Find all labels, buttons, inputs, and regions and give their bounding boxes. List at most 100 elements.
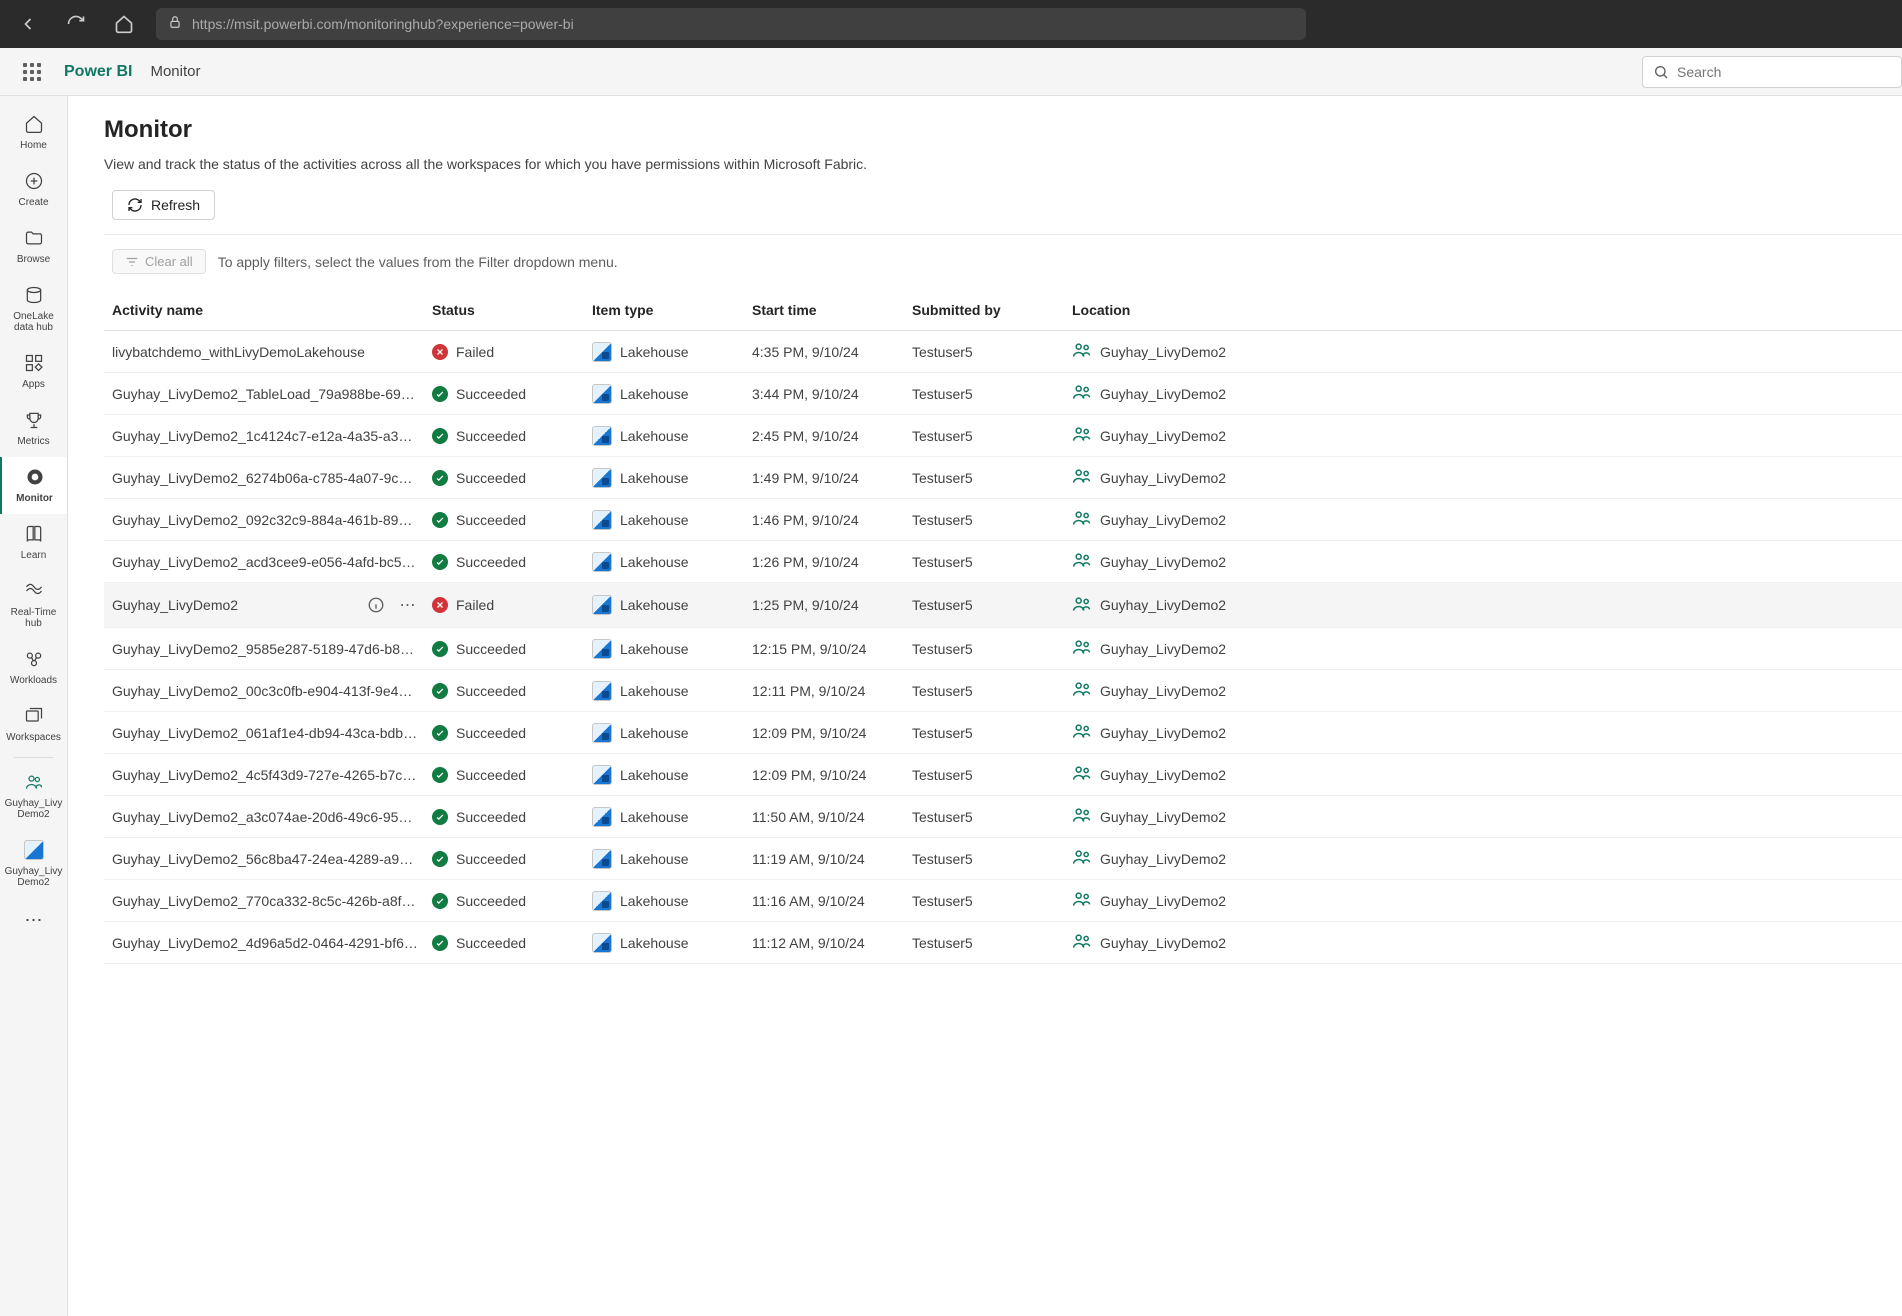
submitted-by: Testuser5 — [912, 683, 1072, 699]
start-time: 4:35 PM, 9/10/24 — [752, 344, 912, 360]
filter-clear-icon — [125, 255, 139, 269]
filter-hint: To apply filters, select the values from… — [218, 254, 618, 270]
success-icon — [432, 512, 448, 528]
workspace-icon — [1072, 764, 1092, 785]
nav-item-realtime[interactable]: Real-Time hub — [0, 571, 68, 639]
page-title: Monitor — [104, 116, 1902, 144]
activity-name: Guyhay_LivyDemo2_56c8ba47-24ea-4289-a9bb… — [112, 851, 420, 867]
start-time: 12:15 PM, 9/10/24 — [752, 641, 912, 657]
back-button[interactable] — [12, 8, 44, 40]
nav-item-browse[interactable]: Browse — [0, 218, 68, 275]
table-row[interactable]: Guyhay_LivyDemo2_1c4124c7-e12a-4a35-a399… — [104, 415, 1902, 457]
col-header-status[interactable]: Status — [432, 302, 592, 318]
main-content: Monitor View and track the status of the… — [68, 96, 1902, 1316]
activity-name: livybatchdemo_withLivyDemoLakehouse — [112, 344, 420, 360]
nav-item-ws2[interactable]: Guyhay_Livy Demo2 — [0, 830, 68, 898]
activity-name: Guyhay_LivyDemo2_00c3c0fb-e904-413f-9e46… — [112, 683, 420, 699]
success-icon — [432, 470, 448, 486]
lakehouse-icon — [592, 723, 612, 743]
status-text: Succeeded — [456, 512, 526, 528]
nav-item-onelake[interactable]: OneLake data hub — [0, 275, 68, 343]
activity-name: Guyhay_LivyDemo2_TableLoad_79a988be-69e6… — [112, 386, 420, 402]
submitted-by: Testuser5 — [912, 512, 1072, 528]
nav-item-learn[interactable]: Learn — [0, 514, 68, 571]
col-header-name[interactable]: Activity name — [112, 302, 432, 318]
learn-icon — [22, 522, 46, 546]
nav-item-home[interactable]: Home — [0, 104, 68, 161]
location: Guyhay_LivyDemo2 — [1100, 725, 1226, 741]
location: Guyhay_LivyDemo2 — [1100, 428, 1226, 444]
home-icon — [22, 112, 46, 136]
col-header-time[interactable]: Start time — [752, 302, 912, 318]
success-icon — [432, 935, 448, 951]
col-header-user[interactable]: Submitted by — [912, 302, 1072, 318]
status-text: Succeeded — [456, 893, 526, 909]
nav-label: Workspaces — [6, 732, 61, 743]
failed-icon — [432, 344, 448, 360]
more-icon[interactable]: ⋯ — [396, 593, 420, 617]
search-box[interactable] — [1642, 56, 1902, 88]
realtime-icon — [22, 579, 46, 603]
table-row[interactable]: Guyhay_LivyDemo2_770ca332-8c5c-426b-a8f6… — [104, 880, 1902, 922]
browse-icon — [22, 226, 46, 250]
search-input[interactable] — [1677, 64, 1891, 80]
workspace-icon — [1072, 425, 1092, 446]
table-row[interactable]: livybatchdemo_withLivyDemoLakehouse Fail… — [104, 331, 1902, 373]
nav-item-ws1[interactable]: Guyhay_Livy Demo2 — [0, 762, 68, 830]
item-type: Lakehouse — [620, 893, 689, 909]
workspace-icon — [1072, 595, 1092, 616]
table-row[interactable]: Guyhay_LivyDemo2 ⋯ Failed Lakehouse 1:25… — [104, 583, 1902, 628]
location: Guyhay_LivyDemo2 — [1100, 893, 1226, 909]
nav-item-workspaces[interactable]: Workspaces — [0, 696, 68, 753]
start-time: 11:16 AM, 9/10/24 — [752, 893, 912, 909]
table-row[interactable]: Guyhay_LivyDemo2_4c5f43d9-727e-4265-b7c8… — [104, 754, 1902, 796]
table-row[interactable]: Guyhay_LivyDemo2_TableLoad_79a988be-69e6… — [104, 373, 1902, 415]
ws1-icon — [22, 770, 46, 794]
success-icon — [432, 767, 448, 783]
table-row[interactable]: Guyhay_LivyDemo2_00c3c0fb-e904-413f-9e46… — [104, 670, 1902, 712]
col-header-type[interactable]: Item type — [592, 302, 752, 318]
lakehouse-icon — [592, 552, 612, 572]
refresh-button[interactable]: Refresh — [112, 190, 215, 220]
location: Guyhay_LivyDemo2 — [1100, 386, 1226, 402]
nav-item-apps[interactable]: Apps — [0, 343, 68, 400]
status-text: Succeeded — [456, 554, 526, 570]
reload-button[interactable] — [60, 8, 92, 40]
nav-item-workloads[interactable]: Workloads — [0, 639, 68, 696]
nav-more[interactable]: ⋯ — [0, 898, 68, 943]
start-time: 12:09 PM, 9/10/24 — [752, 725, 912, 741]
col-header-location[interactable]: Location — [1072, 302, 1272, 318]
table-row[interactable]: Guyhay_LivyDemo2_9585e287-5189-47d6-b877… — [104, 628, 1902, 670]
table-row[interactable]: Guyhay_LivyDemo2_6274b06a-c785-4a07-9c04… — [104, 457, 1902, 499]
failed-icon — [432, 597, 448, 613]
monitor-icon — [23, 465, 47, 489]
table-row[interactable]: Guyhay_LivyDemo2_56c8ba47-24ea-4289-a9bb… — [104, 838, 1902, 880]
success-icon — [432, 809, 448, 825]
submitted-by: Testuser5 — [912, 428, 1072, 444]
status-text: Succeeded — [456, 470, 526, 486]
create-icon — [22, 169, 46, 193]
table-row[interactable]: Guyhay_LivyDemo2_4d96a5d2-0464-4291-bf68… — [104, 922, 1902, 964]
success-icon — [432, 893, 448, 909]
status-text: Succeeded — [456, 641, 526, 657]
item-type: Lakehouse — [620, 725, 689, 741]
table-row[interactable]: Guyhay_LivyDemo2_092c32c9-884a-461b-89e2… — [104, 499, 1902, 541]
table-row[interactable]: Guyhay_LivyDemo2_acd3cee9-e056-4afd-bc56… — [104, 541, 1902, 583]
success-icon — [432, 554, 448, 570]
nav-item-monitor[interactable]: Monitor — [0, 457, 68, 514]
table-row[interactable]: Guyhay_LivyDemo2_061af1e4-db94-43ca-bdb2… — [104, 712, 1902, 754]
nav-label: Home — [20, 140, 47, 151]
nav-item-create[interactable]: Create — [0, 161, 68, 218]
table-row[interactable]: Guyhay_LivyDemo2_a3c074ae-20d6-49c6-9509… — [104, 796, 1902, 838]
clear-all-button[interactable]: Clear all — [112, 249, 206, 274]
brand[interactable]: Power BI — [64, 63, 132, 81]
item-type: Lakehouse — [620, 935, 689, 951]
item-type: Lakehouse — [620, 512, 689, 528]
info-icon[interactable] — [364, 593, 388, 617]
nav-item-metrics[interactable]: Metrics — [0, 400, 68, 457]
app-launcher[interactable] — [16, 56, 48, 88]
home-button[interactable] — [108, 8, 140, 40]
url-bar[interactable]: https://msit.powerbi.com/monitoringhub?e… — [156, 8, 1306, 40]
activity-name: Guyhay_LivyDemo2_4c5f43d9-727e-4265-b7c8… — [112, 767, 420, 783]
start-time: 11:12 AM, 9/10/24 — [752, 935, 912, 951]
